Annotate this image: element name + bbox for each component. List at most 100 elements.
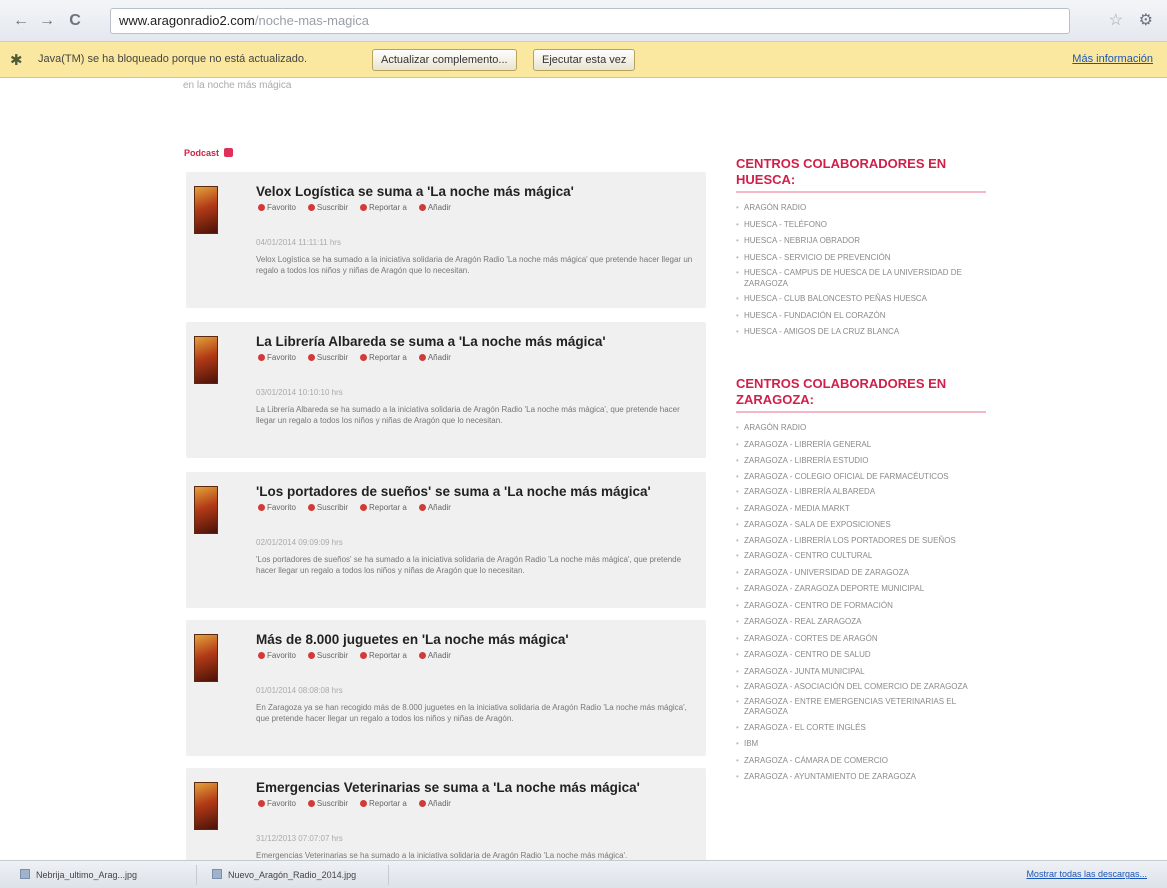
file-icon <box>212 869 222 879</box>
post-title[interactable]: La Librería Albareda se suma a 'La noche… <box>256 334 606 349</box>
share-action[interactable]: Añadir <box>418 203 457 212</box>
subscribe-action[interactable]: Suscribir <box>307 799 354 808</box>
report-action[interactable]: Reportar a <box>360 203 413 212</box>
sidebar-center-item[interactable]: HUESCA - CLUB BALONCESTO PEÑAS HUESCA <box>736 291 991 308</box>
subscribe-action[interactable]: Suscribir <box>307 651 354 660</box>
sidebar-center-item[interactable]: HUESCA - NEBRIJA OBRADOR <box>736 233 991 250</box>
post-date: 01/01/2014 08:08:08 hrs <box>256 686 343 695</box>
share-action[interactable]: Añadir <box>418 651 457 660</box>
post-title[interactable]: 'Los portadores de sueños' se suma a 'La… <box>256 484 651 499</box>
post-actions: Favorito Suscribir Reportar a Añadir <box>258 203 463 212</box>
subscribe-action[interactable]: Suscribir <box>307 353 354 362</box>
favorite-action[interactable]: Favorito <box>258 203 302 212</box>
more-info-link[interactable]: Más información <box>1072 53 1153 65</box>
post-actions: Favorito Suscribir Reportar a Añadir <box>258 651 463 660</box>
sidebar-center-item[interactable]: ZARAGOZA - JUNTA MUNICIPAL <box>736 664 991 681</box>
share-icon <box>418 800 426 807</box>
sidebar-center-item[interactable]: ZARAGOZA - ASOCIACIÓN DEL COMERCIO DE ZA… <box>736 680 991 695</box>
back-icon[interactable]: ← <box>10 10 32 32</box>
sidebar-center-item[interactable]: ZARAGOZA - CÁMARA DE COMERCIO <box>736 753 991 770</box>
divider <box>388 865 389 885</box>
address-bar[interactable]: www.aragonradio2.com/noche-mas-magica <box>110 8 1070 34</box>
favorite-label: Favorito <box>267 353 296 362</box>
sidebar-center-item[interactable]: IBM <box>736 736 991 753</box>
post-thumbnail[interactable] <box>194 486 218 534</box>
post-title[interactable]: Emergencias Veterinarias se suma a 'La n… <box>256 780 640 795</box>
post-thumbnail[interactable] <box>194 336 218 384</box>
url-host: www.aragonradio2.com <box>119 13 255 28</box>
download-item[interactable]: Nebrija_ultimo_Arag...jpg <box>20 869 137 880</box>
favorite-action[interactable]: Favorito <box>258 799 302 808</box>
sidebar-center-item[interactable]: HUESCA - TELÉFONO <box>736 217 991 234</box>
sidebar-center-item[interactable]: ZARAGOZA - EL CORTE INGLÉS <box>736 720 991 737</box>
sidebar-center-item[interactable]: ARAGÓN RADIO <box>736 420 991 437</box>
sidebar-center-item[interactable]: ZARAGOZA - ENTRE EMERGENCIAS VETERINARIA… <box>736 695 991 720</box>
share-action[interactable]: Añadir <box>418 353 457 362</box>
post-date: 31/12/2013 07:07:07 hrs <box>256 834 343 843</box>
share-label: Añadir <box>427 203 451 212</box>
sidebar-center-item[interactable]: ZARAGOZA - AYUNTAMIENTO DE ZARAGOZA <box>736 769 991 786</box>
report-label: Reportar a <box>369 203 407 212</box>
download-item[interactable]: Nuevo_Aragón_Radio_2014.jpg <box>212 869 356 880</box>
bookmark-star-icon[interactable]: ☆ <box>1109 10 1123 30</box>
post-thumbnail[interactable] <box>194 782 218 830</box>
report-icon <box>360 204 368 211</box>
show-all-downloads-link[interactable]: Mostrar todas las descargas... <box>1026 869 1147 879</box>
share-action[interactable]: Añadir <box>418 503 457 512</box>
post-excerpt: La Librería Albareda se ha sumado a la i… <box>256 405 680 425</box>
share-icon <box>418 204 426 211</box>
file-icon <box>20 869 30 879</box>
sidebar-center-item[interactable]: ZARAGOZA - CORTES DE ARAGÓN <box>736 631 991 648</box>
sidebar-center-item[interactable]: HUESCA - SERVICIO DE PREVENCIÓN <box>736 250 991 267</box>
post-thumbnail[interactable] <box>194 634 218 682</box>
sidebar-center-item[interactable]: ZARAGOZA - UNIVERSIDAD DE ZARAGOZA <box>736 565 991 582</box>
sidebar-center-item[interactable]: ZARAGOZA - COLEGIO OFICIAL DE FARMACÉUTI… <box>736 470 991 485</box>
report-action[interactable]: Reportar a <box>360 651 413 660</box>
post-thumbnail[interactable] <box>194 186 218 234</box>
favorite-action[interactable]: Favorito <box>258 503 302 512</box>
sidebar-center-item[interactable]: ZARAGOZA - LIBRERÍA LOS PORTADORES DE SU… <box>736 534 991 549</box>
sidebar-center-item[interactable]: ZARAGOZA - CENTRO DE SALUD <box>736 647 991 664</box>
download-item-label: Nuevo_Aragón_Radio_2014.jpg <box>228 870 357 880</box>
feed-title[interactable]: Podcast <box>184 148 233 158</box>
subscribe-action[interactable]: Suscribir <box>307 203 354 212</box>
sidebar-center-item[interactable]: ZARAGOZA - ZARAGOZA DEPORTE MUNICIPAL <box>736 581 991 598</box>
feed-title-label: Podcast <box>184 148 220 158</box>
share-label: Añadir <box>427 799 451 808</box>
post-title[interactable]: Velox Logística se suma a 'La noche más … <box>256 184 574 199</box>
post-card: 'Los portadores de sueños' se suma a 'La… <box>186 472 706 608</box>
favorite-action[interactable]: Favorito <box>258 651 302 660</box>
sidebar-center-item[interactable]: HUESCA - AMIGOS DE LA CRUZ BLANCA <box>736 324 991 341</box>
sidebar-center-item[interactable]: ZARAGOZA - LIBRERÍA ESTUDIO <box>736 453 991 470</box>
sidebar-center-item[interactable]: ZARAGOZA - CENTRO DE FORMACIÓN <box>736 598 991 615</box>
reload-icon[interactable]: C <box>64 10 86 32</box>
post-actions: Favorito Suscribir Reportar a Añadir <box>258 799 463 808</box>
report-action[interactable]: Reportar a <box>360 799 413 808</box>
sidebar-center-item[interactable]: HUESCA - CAMPUS DE HUESCA DE LA UNIVERSI… <box>736 266 991 291</box>
report-action[interactable]: Reportar a <box>360 353 413 362</box>
favorite-label: Favorito <box>267 651 296 660</box>
sidebar-center-item[interactable]: HUESCA - FUNDACIÓN EL CORAZÓN <box>736 308 991 325</box>
sidebar-center-item[interactable]: ZARAGOZA - SALA DE EXPOSICIONES <box>736 517 991 534</box>
sidebar-center-item[interactable]: ZARAGOZA - REAL ZARAGOZA <box>736 614 991 631</box>
update-plugin-button[interactable]: Actualizar complemento... <box>372 49 517 71</box>
sidebar-center-item[interactable]: ARAGÓN RADIO <box>736 200 991 217</box>
sidebar-center-item[interactable]: ZARAGOZA - LIBRERÍA ALBAREDA <box>736 484 991 501</box>
post-excerpt: En Zaragoza ya se han recogido más de 8.… <box>256 703 687 723</box>
subscribe-label: Suscribir <box>316 353 349 362</box>
sidebar-center-item[interactable]: ZARAGOZA - CENTRO CULTURAL <box>736 548 991 565</box>
report-action[interactable]: Reportar a <box>360 503 413 512</box>
report-icon <box>360 504 368 511</box>
forward-icon[interactable]: → <box>36 10 58 32</box>
post-title[interactable]: Más de 8.000 juguetes en 'La noche más m… <box>256 632 569 647</box>
favorite-action[interactable]: Favorito <box>258 353 302 362</box>
sidebar-center-item[interactable]: ZARAGOZA - LIBRERÍA GENERAL <box>736 437 991 454</box>
run-once-button[interactable]: Ejecutar esta vez <box>533 49 636 71</box>
subscribe-label: Suscribir <box>316 651 349 660</box>
subscribe-action[interactable]: Suscribir <box>307 503 354 512</box>
wrench-icon[interactable]: ⚙ <box>1139 10 1153 30</box>
sidebar-center-item[interactable]: ZARAGOZA - MEDIA MARKT <box>736 501 991 518</box>
downloads-bar: Nebrija_ultimo_Arag...jpg Nuevo_Aragón_R… <box>0 860 1167 888</box>
share-action[interactable]: Añadir <box>418 799 457 808</box>
heart-icon <box>258 652 265 659</box>
